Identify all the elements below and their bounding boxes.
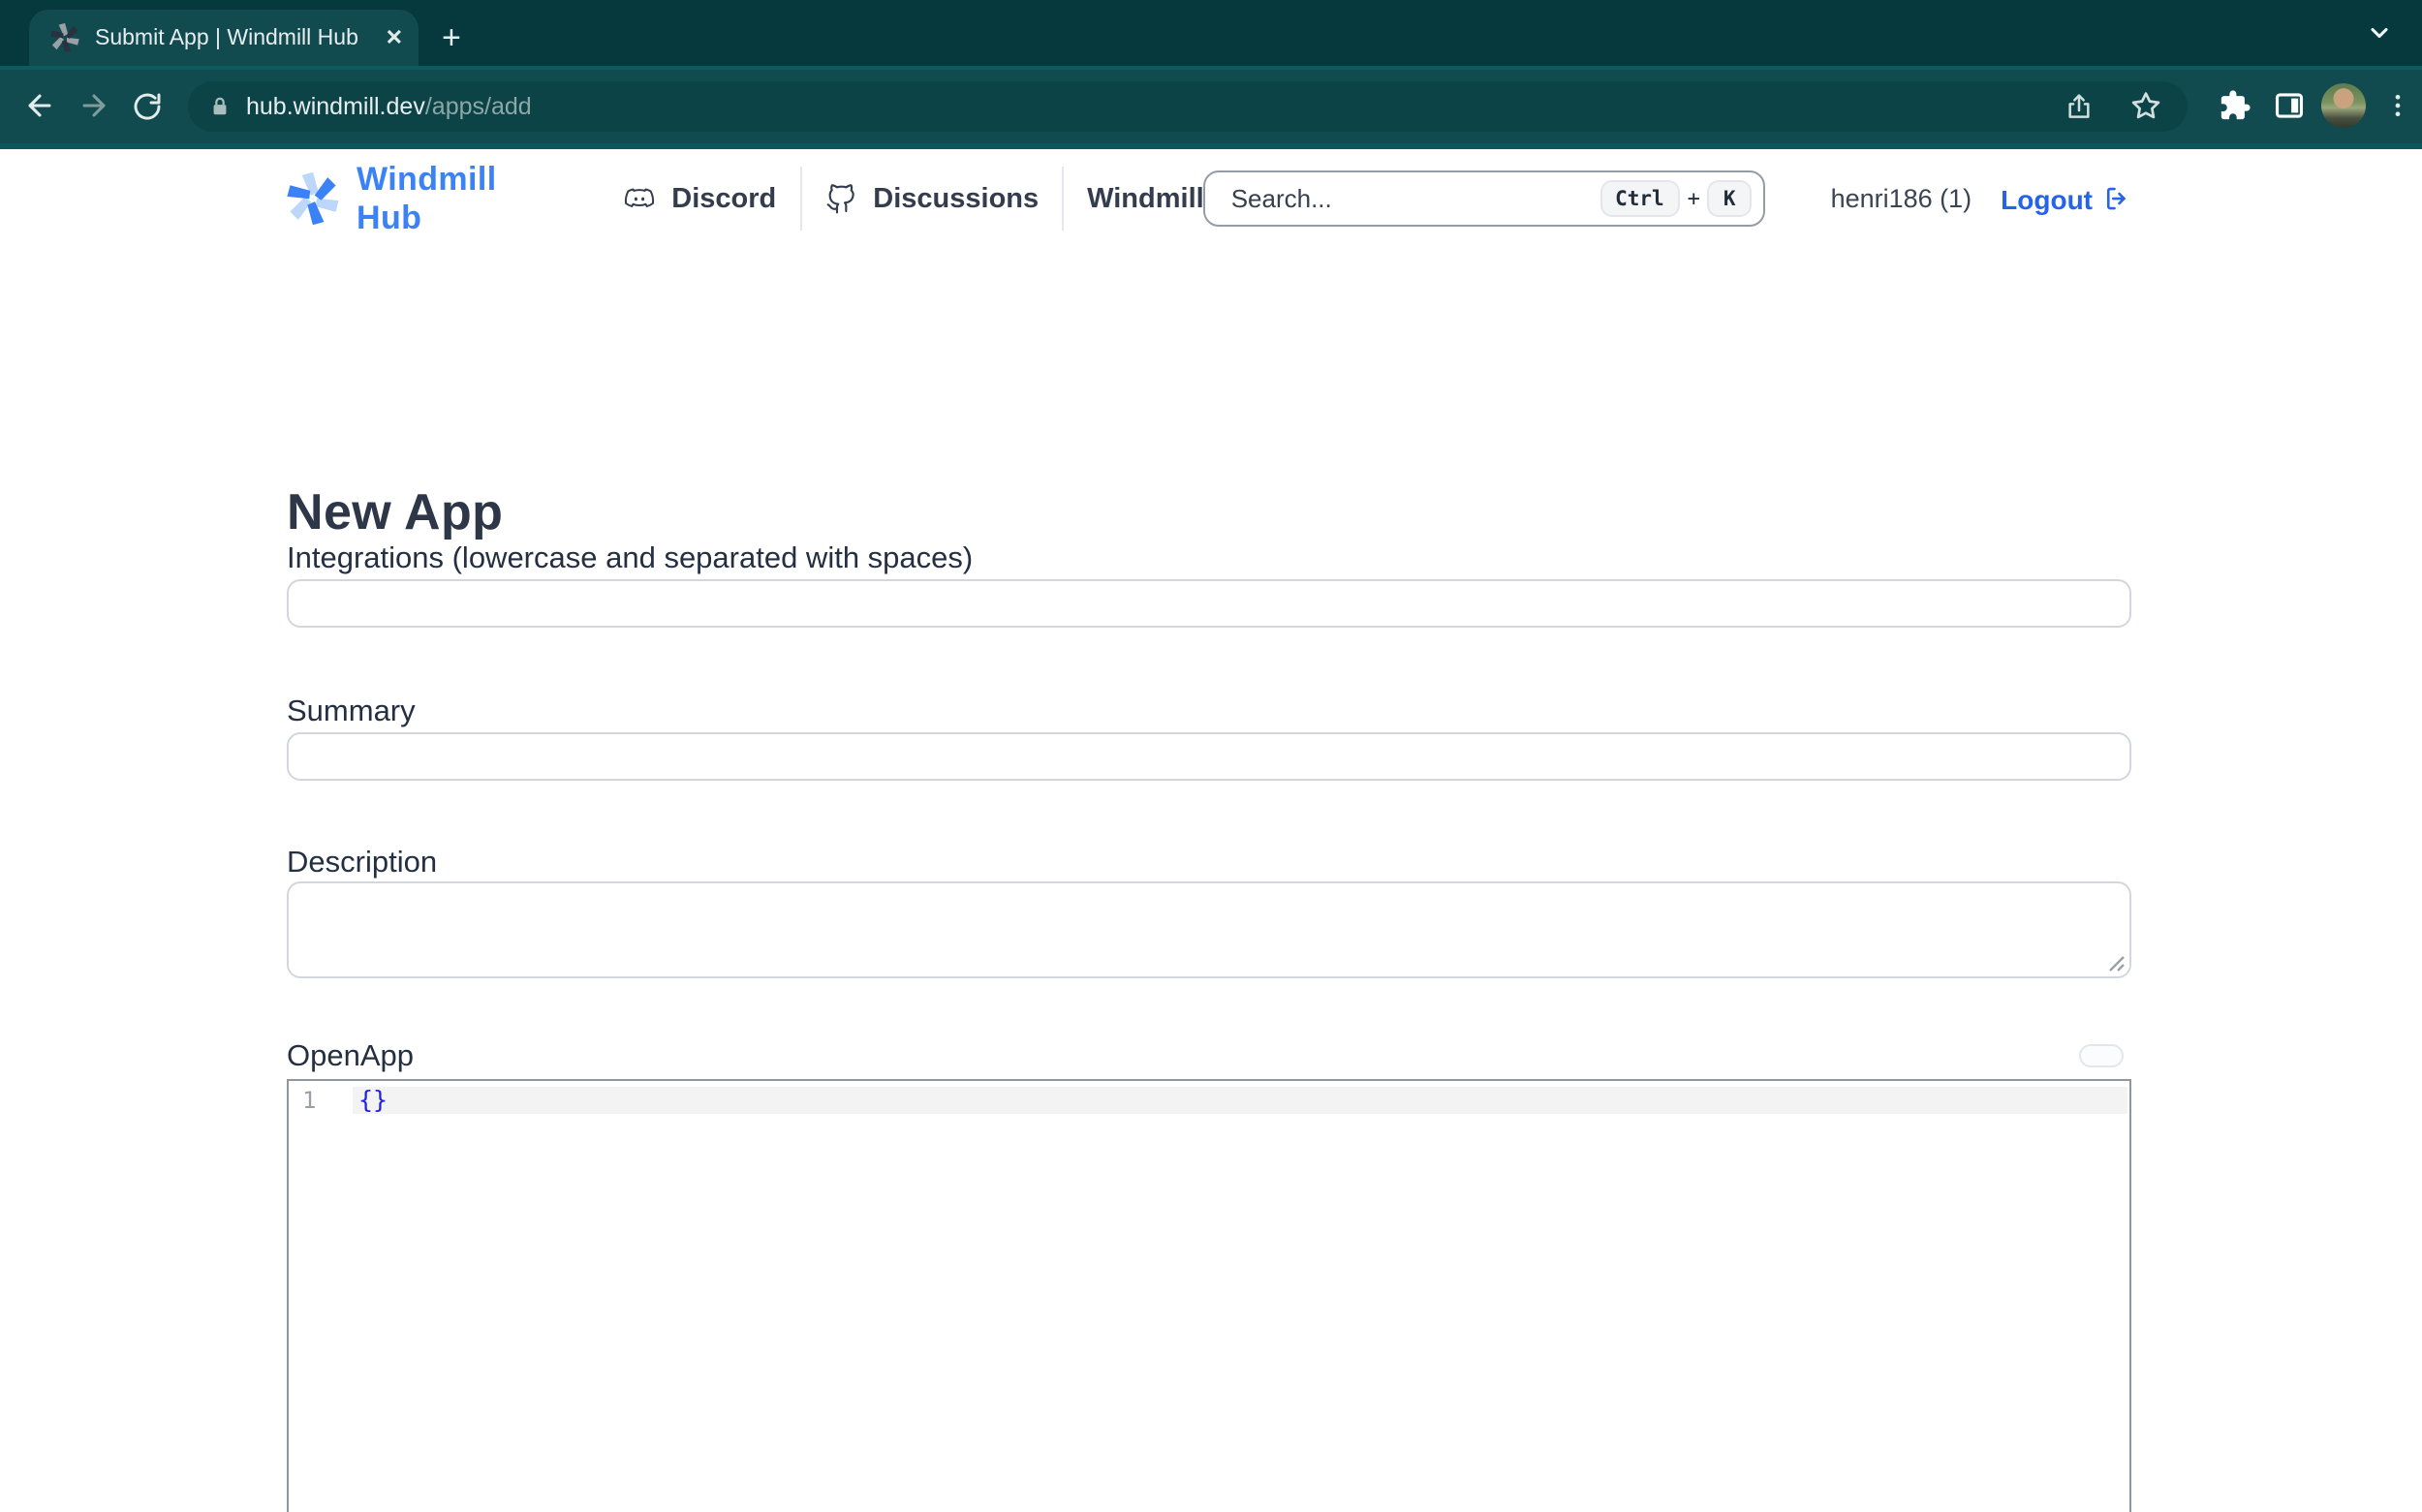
search-box[interactable]: Ctrl + K [1204,170,1765,227]
nav-item-discord[interactable]: Discord [623,183,776,214]
kbd-ctrl: Ctrl [1599,180,1680,217]
integrations-input[interactable] [287,578,2130,628]
extensions-puzzle-icon[interactable] [2211,83,2257,130]
forward-icon[interactable] [70,83,116,130]
browser-tab[interactable]: Submit App | Windmill Hub ✕ [29,10,419,66]
main-nav: Discord Discussions Windmill [623,167,1203,231]
tab-title: Submit App | Windmill Hub [95,26,374,49]
nav-divider [799,167,801,231]
lock-icon [209,95,231,118]
bookmark-star-icon[interactable] [2122,83,2168,130]
logout-icon [2102,184,2131,213]
nav-label: Discussions [873,183,1039,214]
new-tab-button[interactable]: + [442,21,461,54]
url-bar[interactable]: hub.windmill.dev/apps/add [188,81,2188,132]
user-box: henri186 (1) Logout [1831,183,2131,214]
description-label: Description [287,846,437,880]
back-icon[interactable] [16,83,62,130]
tab-strip: Submit App | Windmill Hub ✕ + [0,0,2422,66]
reload-icon[interactable] [124,83,171,130]
github-icon [824,183,855,214]
windmill-favicon-icon [50,23,79,52]
nav-item-windmill[interactable]: Windmill [1087,183,1204,214]
tab-close-icon[interactable]: ✕ [386,25,403,50]
avatar[interactable] [2319,83,2366,130]
editor-line-number: 1 [302,1087,316,1114]
integrations-label: Integrations (lowercase and separated wi… [287,541,973,576]
page-body: Windmill Hub Discord [0,148,2422,1512]
kbd-plus: + [1688,186,1700,211]
nav-label: Discord [671,183,776,214]
editor-gutter [289,1080,353,1512]
share-icon[interactable] [2056,83,2102,130]
nav-label: Windmill [1087,183,1204,214]
brand[interactable]: Windmill Hub [287,160,540,237]
browser-window: Submit App | Windmill Hub ✕ + hub.windmi… [0,0,2422,1512]
description-textarea[interactable] [287,880,2130,977]
new-app-form: New App Integrations (lowercase and sepa… [0,249,2422,1512]
nav-divider [1062,167,1064,231]
openapp-toggle[interactable] [2079,1043,2124,1067]
windmill-logo-icon [287,172,339,225]
site-header: Windmill Hub Discord [287,148,2131,249]
url-text: hub.windmill.dev/apps/add [246,93,532,120]
discord-icon [623,183,654,214]
logout-link[interactable]: Logout [2001,183,2131,214]
openapp-label: OpenApp [287,1039,414,1074]
kebab-menu-icon[interactable] [2374,83,2420,130]
kbd-k: K [1708,180,1752,217]
editor-active-line [353,1086,2127,1114]
resize-grip-icon[interactable] [2105,952,2125,972]
nav-item-discussions[interactable]: Discussions [824,183,1039,214]
page-title: New App [287,481,503,541]
summary-label: Summary [287,694,416,729]
search-input[interactable] [1227,182,1599,215]
tab-search-chevron-icon[interactable] [2366,19,2393,56]
side-panel-icon[interactable] [2265,83,2312,130]
openapp-code-editor[interactable]: 1 {} [287,1078,2130,1512]
username: henri186 (1) [1831,184,1972,213]
browser-toolbar: hub.windmill.dev/apps/add [0,66,2422,148]
brand-name: Windmill Hub [357,160,540,237]
editor-code-line[interactable]: {} [358,1087,388,1114]
summary-input[interactable] [287,731,2130,781]
